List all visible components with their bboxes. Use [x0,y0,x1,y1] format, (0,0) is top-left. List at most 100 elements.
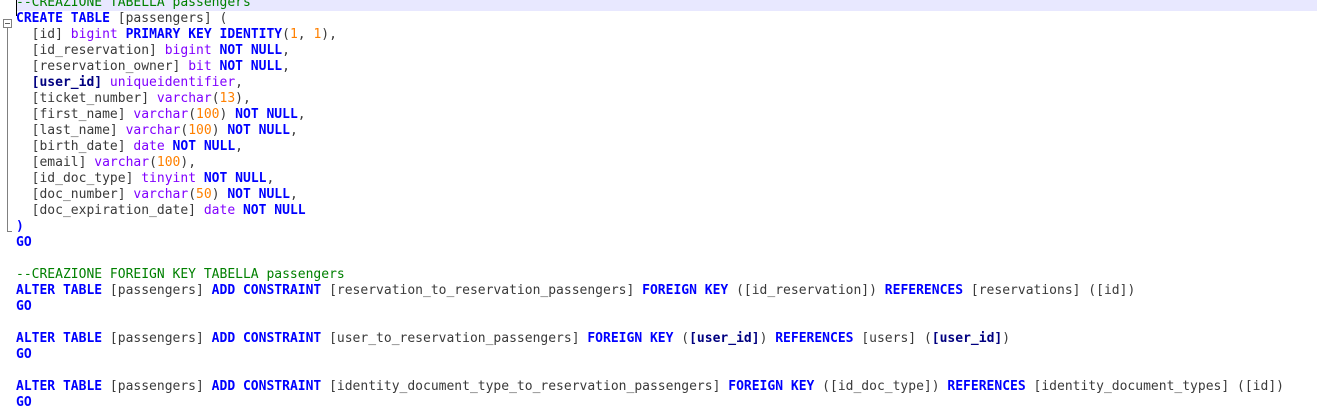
code-line[interactable]: [doc_expiration_date] date NOT NULL [16,203,306,219]
code-token-pl: [user_to_reservation_passengers] [321,331,588,346]
code-token-pl: ( [282,27,290,42]
code-token-ty: bit [188,59,212,74]
code-token-kw: ALTER TABLE [16,331,103,346]
code-token-kw: NOT NULL [172,139,236,154]
code-token-num: 100 [156,155,181,170]
code-token-kw: GO [16,299,32,314]
code-token-ty: uniqueidentifier [109,75,236,90]
fold-end-marker [7,231,12,232]
code-token-kw: GO [16,395,32,410]
code-token-pl: [email] [16,155,95,170]
code-line[interactable]: [user_id] uniqueidentifier, [16,75,243,91]
code-token-kw: FOREIGN KEY [728,379,815,394]
code-token-kw: ADD CONSTRAINT [211,331,322,346]
code-token-pl: ( [211,91,220,106]
code-line[interactable]: [ticket_number] varchar(13), [16,91,251,107]
code-token-kw: NOT NULL [227,187,290,202]
code-token-id: [user_id] [16,75,103,90]
code-token-pl: ( [149,155,157,170]
code-token-ty: varchar [125,123,181,138]
code-line[interactable]: [birth_date] date NOT NULL, [16,139,243,155]
code-line[interactable]: CREATE TABLE [passengers] ( [16,11,227,27]
code-editor[interactable]: --CREAZIONE TABELLA passengers CREATE TAB… [0,0,1317,410]
code-token-kw: ALTER TABLE [16,283,103,298]
code-token-kw: NOT NULL [242,203,306,218]
code-token-ty: varchar [156,91,212,106]
code-line[interactable]: [email] varchar(100), [16,155,196,171]
code-token-pl: ( [188,107,197,122]
code-line[interactable]: GO [16,347,32,363]
code-token-pl: [birth_date] [16,139,134,154]
code-token-kw: CREATE TABLE [16,11,110,26]
code-token-pl: , [235,139,243,154]
code-token-pl: ) [1002,331,1011,346]
fold-toggle-icon[interactable] [3,19,12,28]
code-token-kw: GO [16,235,32,250]
code-token-pl: [last_name] [16,123,126,138]
code-line[interactable]: ALTER TABLE [passengers] ADD CONSTRAINT … [16,283,1135,299]
code-line[interactable]: [last_name] varchar(100) NOT NULL, [16,123,298,139]
code-token-pl: ), [321,27,337,42]
code-token-pl: ), [235,91,251,106]
code-token-ty: bigint [164,43,212,58]
code-token-pl: [passengers] [102,283,212,298]
code-line[interactable]: [reservation_owner] bit NOT NULL, [16,59,290,75]
code-line[interactable]: GO [16,299,32,315]
code-token-pl: ) [759,331,776,346]
code-token-kw: NOT NULL [227,123,290,138]
code-token-pl: , [289,123,298,138]
code-token-cmt: --CREAZIONE FOREIGN KEY TABELLA passenge… [16,267,345,282]
code-line[interactable]: ALTER TABLE [passengers] ADD CONSTRAINT … [16,379,1284,395]
code-token-pl: ([id_doc_type]) [814,379,948,394]
code-token-num: 13 [219,91,236,106]
code-token-kw: REFERENCES [775,331,854,346]
code-token-pl: [reservation_owner] [16,59,189,74]
code-token-pl: ( [188,187,197,202]
code-token-kw: GO [16,347,32,362]
code-token-pl: , [282,43,290,58]
code-line[interactable]: ) [16,219,24,235]
code-token-kw: ADD CONSTRAINT [211,283,322,298]
code-line[interactable]: [id] bigint PRIMARY KEY IDENTITY(1, 1), [16,27,337,43]
code-token-pl: ) [211,187,228,202]
fold-gutter[interactable] [0,0,15,407]
code-token-ty: varchar [94,155,150,170]
code-token-kw: ADD CONSTRAINT [211,379,322,394]
code-token-pl: [users] ( [853,331,932,346]
code-token-pl: [passengers] [102,379,212,394]
text-caret [16,0,17,16]
code-token-ty: tinyint [141,171,197,186]
code-token-pl: ) [219,107,236,122]
code-token-kw: ) [16,219,24,234]
code-token-pl: ), [180,155,197,170]
code-line[interactable]: [first_name] varchar(100) NOT NULL, [16,107,306,123]
code-token-pl: , [235,75,243,90]
code-token-num: 50 [196,187,212,202]
code-token-id: [user_id] [689,331,760,346]
code-line[interactable]: GO [16,395,32,411]
code-token-ty: date [203,203,236,218]
code-token-pl: [passengers] ( [109,11,228,26]
code-token-ty: varchar [133,187,189,202]
code-line[interactable]: ALTER TABLE [passengers] ADD CONSTRAINT … [16,331,1010,347]
code-token-ty: varchar [133,107,189,122]
code-line[interactable]: [id_reservation] bigint NOT NULL, [16,43,290,59]
code-token-ty: bigint [70,27,118,42]
code-token-kw: PRIMARY KEY IDENTITY [125,27,283,42]
code-line[interactable]: [id_doc_type] tinyint NOT NULL, [16,171,275,187]
code-token-pl: [passengers] [102,331,212,346]
code-token-ty: date [133,139,165,154]
code-line[interactable]: --CREAZIONE TABELLA passengers [16,0,1317,11]
code-token-pl: , [297,27,314,42]
fold-range-line [7,28,8,231]
code-token-pl: [reservations] ([id]) [963,283,1136,298]
code-line[interactable]: GO [16,235,32,251]
code-token-num: 100 [196,107,220,122]
code-line[interactable]: [doc_number] varchar(50) NOT NULL, [16,187,298,203]
code-line[interactable]: --CREAZIONE FOREIGN KEY TABELLA passenge… [16,267,345,283]
